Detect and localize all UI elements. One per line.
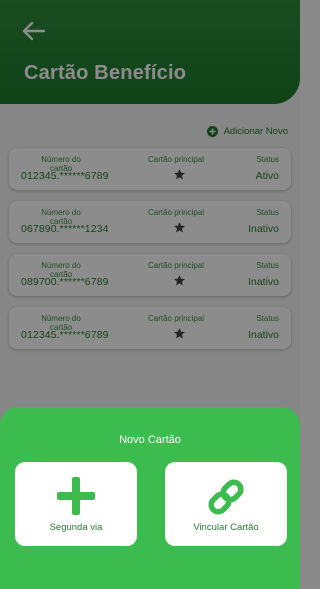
second-copy-button[interactable]: Segunda via xyxy=(15,462,137,546)
screen: Cartão Benefício Adicionar Novo Número d… xyxy=(0,0,300,589)
new-card-sheet: Novo Cartão Segunda via Vincular Cartão xyxy=(0,407,300,589)
link-card-button[interactable]: Vincular Cartão xyxy=(165,462,287,546)
plus-icon xyxy=(57,477,95,515)
sheet-title: Novo Cartão xyxy=(119,434,181,446)
second-copy-label: Segunda via xyxy=(49,522,103,533)
link-icon xyxy=(208,479,244,515)
link-card-label: Vincular Cartão xyxy=(193,522,259,533)
